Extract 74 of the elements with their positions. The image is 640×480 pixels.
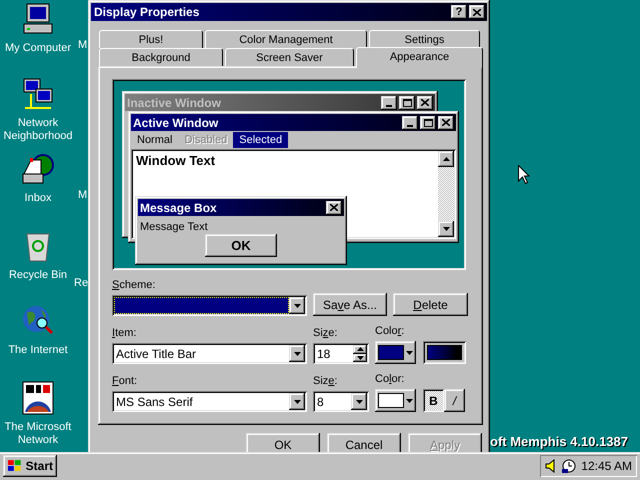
arrow-down-icon bbox=[294, 400, 300, 404]
close-icon bbox=[421, 99, 429, 106]
scrollbar[interactable] bbox=[438, 151, 454, 237]
scheme-dropdown[interactable] bbox=[112, 295, 307, 316]
close-icon bbox=[473, 8, 481, 16]
tab[interactable]: Background bbox=[99, 48, 223, 66]
arrow-down-icon bbox=[406, 398, 413, 402]
color-label: Color: bbox=[375, 325, 406, 338]
arrow-down-icon bbox=[356, 356, 364, 360]
window-text: Window Text bbox=[135, 152, 216, 170]
color-label: Color: bbox=[375, 373, 406, 386]
clock: 12:45 AM bbox=[581, 459, 632, 473]
start-button[interactable]: Start bbox=[3, 455, 57, 477]
build-version-text: oft Memphis 4.10.1387 bbox=[490, 434, 628, 449]
item-dropdown[interactable]: Active Title Bar bbox=[112, 343, 307, 364]
close-icon bbox=[330, 204, 338, 211]
tab[interactable]: Color Management bbox=[205, 30, 367, 48]
window-title: Display Properties bbox=[94, 5, 200, 19]
windows-flag-icon bbox=[7, 459, 23, 473]
scheduler-icon[interactable] bbox=[561, 458, 577, 474]
network-logo-icon bbox=[21, 381, 55, 415]
minimize-icon bbox=[407, 124, 413, 126]
arrow-down-icon bbox=[442, 227, 450, 231]
arrow-down-icon bbox=[294, 304, 300, 308]
font-dropdown[interactable]: MS Sans Serif bbox=[112, 391, 307, 412]
arrow-up-icon bbox=[356, 347, 364, 352]
window-title: Inactive Window bbox=[127, 96, 222, 110]
arrow-up-icon bbox=[442, 157, 450, 161]
delete-button[interactable]: Delete bbox=[393, 293, 468, 316]
font-label: Font: bbox=[112, 375, 138, 388]
tab[interactable]: Plus! bbox=[99, 30, 203, 48]
arrow-down-icon bbox=[294, 352, 300, 356]
save-as-button[interactable]: Save As... bbox=[313, 293, 387, 316]
minimize-icon bbox=[386, 104, 392, 106]
size-label: Size: bbox=[313, 375, 338, 388]
close-button[interactable] bbox=[469, 5, 485, 19]
message-text: Message Text bbox=[139, 220, 209, 233]
desktop-icon-label[interactable]: M bbox=[78, 39, 88, 51]
tab[interactable]: Settings bbox=[369, 30, 480, 48]
desktop-icon-label[interactable]: Inbox bbox=[24, 192, 52, 205]
tab[interactable]: Appearance bbox=[356, 47, 483, 68]
ok-button[interactable]: OK bbox=[205, 234, 277, 257]
bold-button[interactable]: B bbox=[423, 389, 444, 412]
desktop-icon-label[interactable]: The Internet bbox=[8, 344, 68, 357]
desktop-icon-label[interactable]: My Computer bbox=[4, 42, 72, 55]
window-title: Active Window bbox=[133, 116, 220, 130]
scheme-label: Scheme: bbox=[112, 279, 156, 292]
computer-icon bbox=[21, 2, 55, 36]
close-icon bbox=[442, 119, 450, 126]
desktop-icon-label[interactable]: Network Neighborhood bbox=[1, 117, 75, 143]
size-dropdown[interactable]: 8 bbox=[313, 391, 369, 412]
desktop-icon-label[interactable]: M bbox=[78, 189, 88, 201]
maximize-icon bbox=[402, 98, 412, 106]
arrow-down-icon bbox=[406, 350, 413, 354]
network-computers-icon bbox=[21, 77, 55, 111]
desktop-icon-label[interactable]: The Microsoft Network bbox=[1, 421, 75, 447]
maximize-icon bbox=[424, 118, 432, 126]
menu-item[interactable]: Selected bbox=[233, 132, 288, 148]
item-label: Item: bbox=[112, 327, 138, 340]
desktop-icon-label[interactable]: Re bbox=[74, 277, 88, 289]
window-title: Message Box bbox=[140, 200, 218, 214]
help-button[interactable]: ? bbox=[451, 5, 467, 19]
color-picker-button[interactable] bbox=[375, 341, 416, 364]
tab[interactable]: Screen Saver bbox=[225, 48, 354, 66]
arrow-down-icon bbox=[356, 400, 362, 404]
color-gradient-swatch[interactable] bbox=[423, 341, 466, 364]
inbox-tray-icon bbox=[21, 152, 55, 186]
menu-item[interactable]: Normal bbox=[131, 132, 178, 148]
italic-button[interactable]: / bbox=[444, 389, 465, 412]
desktop-icon-label[interactable]: Recycle Bin bbox=[8, 269, 68, 282]
pointer-icon bbox=[518, 165, 530, 184]
size-label: Size: bbox=[313, 327, 338, 340]
color-picker-button[interactable] bbox=[375, 389, 416, 412]
size-spinner[interactable]: 18 bbox=[313, 343, 369, 364]
